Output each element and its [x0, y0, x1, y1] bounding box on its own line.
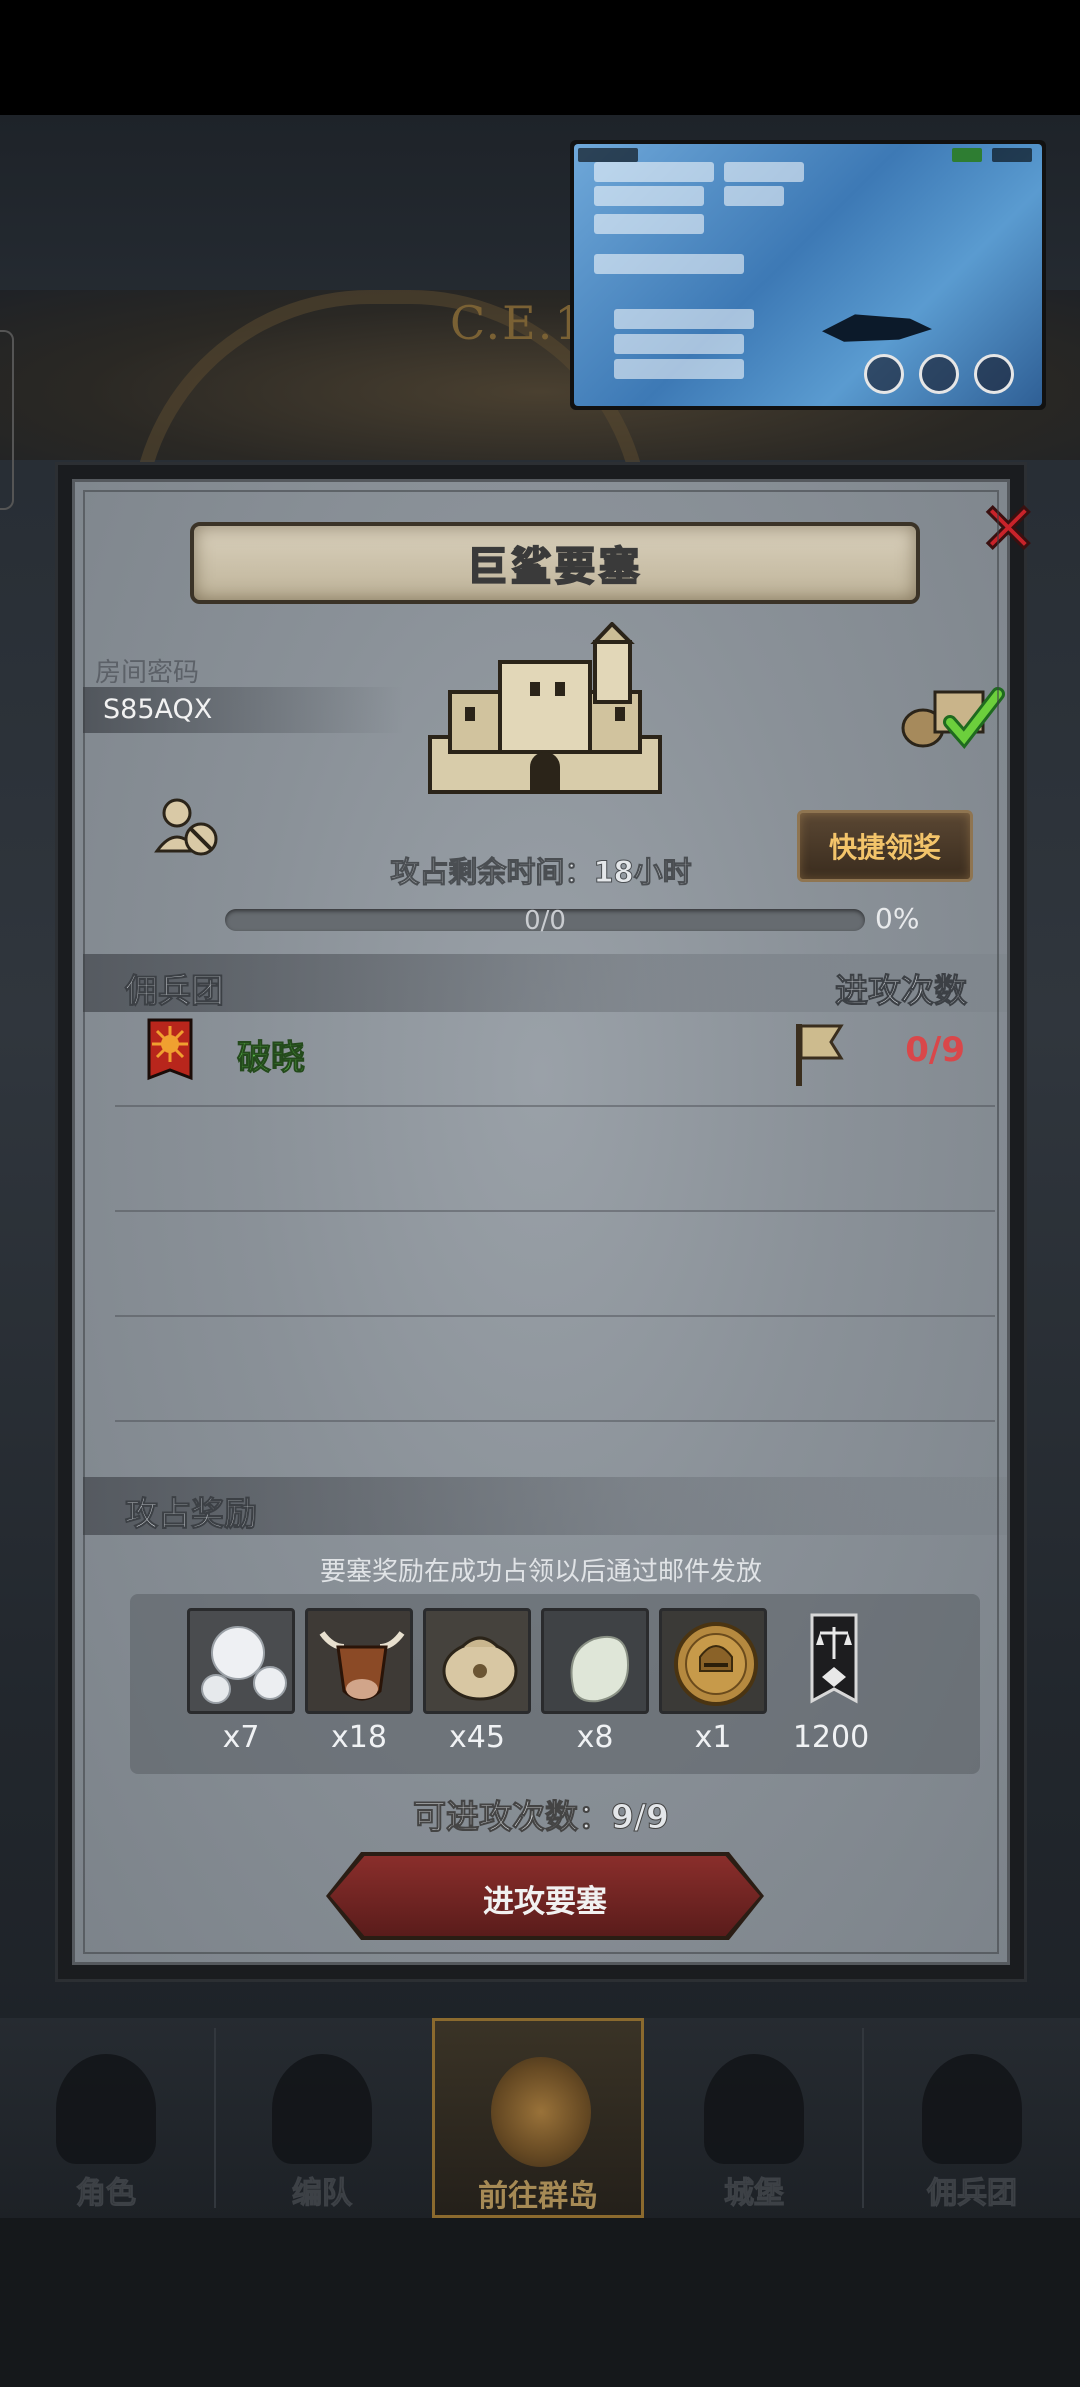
- compass-icon: [491, 2057, 591, 2167]
- bottom-strip: [0, 2218, 1080, 2387]
- guild-banner-icon: [147, 1018, 193, 1081]
- video-unit-row: [614, 309, 754, 329]
- video-unit-row: [724, 162, 804, 182]
- video-skill-button: [919, 354, 959, 394]
- justice-banner-icon: [777, 1608, 885, 1714]
- video-unit-row: [594, 186, 704, 206]
- side-tab-handle[interactable]: [0, 330, 14, 510]
- video-hud-left: [578, 148, 638, 162]
- video-unit-row: [614, 334, 744, 354]
- reward-qty: x8: [576, 1720, 614, 1755]
- reward-item-pearls[interactable]: x7: [187, 1608, 295, 1755]
- remaining-time: 攻占剩余时间：18小时: [390, 855, 692, 890]
- video-timer: [952, 148, 982, 162]
- reward-item-justice[interactable]: 1200: [777, 1608, 885, 1755]
- nav-tab-castle[interactable]: 城堡: [648, 2018, 860, 2218]
- row-divider: [115, 1420, 995, 1422]
- room-password-label: 房间密码: [95, 658, 200, 688]
- nav-label: 前往群岛: [478, 2179, 598, 2214]
- fortress-dialog: 巨鲨要塞 ✕ 房间密码 S85AQX 快捷领奖 攻占剩余时间：18小时 0/0 …: [55, 462, 1039, 1982]
- mercenary-icon: [922, 2054, 1022, 2164]
- video-skill-button: [974, 354, 1014, 394]
- reward-item-sack[interactable]: x45: [423, 1608, 531, 1755]
- available-attacks: 可进攻次数：9/9: [413, 1797, 670, 1837]
- video-unit-row: [594, 254, 744, 274]
- video-shark-boss: [822, 314, 932, 342]
- reward-section-label: 攻占奖励: [125, 1494, 258, 1534]
- attack-count-header: 进攻次数: [835, 971, 968, 1011]
- close-icon: ✕: [978, 488, 1040, 570]
- nav-tab-mercenary[interactable]: 佣兵团: [866, 2018, 1078, 2218]
- dialog-title: 巨鲨要塞: [466, 543, 643, 591]
- jade-stone-icon: [541, 1608, 649, 1714]
- sack-icon: [423, 1608, 531, 1714]
- video-preview: [574, 144, 1042, 406]
- video-unit-row: [614, 359, 744, 379]
- row-divider: [115, 1210, 995, 1212]
- fortress-castle-icon: [428, 622, 662, 794]
- guild-attack-count: 0/9: [905, 1030, 965, 1070]
- mercenary-section-header: 佣兵团 进攻次数: [83, 954, 1007, 1012]
- close-button[interactable]: ✕: [965, 482, 1047, 570]
- occupation-progress-percent: 0%: [875, 902, 920, 935]
- nav-label: 佣兵团: [927, 2176, 1018, 2212]
- nav-label: 角色: [76, 2176, 137, 2212]
- status-bar: [0, 0, 1080, 115]
- title-banner: 巨鲨要塞: [190, 522, 920, 604]
- video-skill-button: [864, 354, 904, 394]
- attack-button-label: 进攻要塞: [483, 1884, 607, 1920]
- nav-divider: [862, 2028, 864, 2208]
- video-overlay[interactable]: [570, 140, 1046, 410]
- reward-list: x7 x18 x45 x8 x1 1200: [130, 1594, 980, 1774]
- nav-tab-formation[interactable]: 编队: [216, 2018, 428, 2218]
- nav-label: 编队: [292, 2176, 353, 2212]
- reward-qty: x7: [222, 1720, 260, 1755]
- video-unit-row: [594, 162, 714, 182]
- reward-qty: 1200: [792, 1720, 870, 1755]
- nav-tab-character[interactable]: 角色: [0, 2018, 212, 2218]
- guild-name[interactable]: 破晓: [237, 1030, 306, 1079]
- occupation-progress-count: 0/0: [524, 906, 566, 936]
- castle-icon: [704, 2054, 804, 2164]
- helmet-icon: [272, 2054, 372, 2164]
- video-hud-right: [992, 148, 1032, 162]
- pearls-icon: [187, 1608, 295, 1714]
- reward-qty: x45: [449, 1720, 505, 1755]
- nav-label: 城堡: [724, 2176, 785, 2212]
- video-unit-row: [594, 214, 704, 234]
- bottom-navigation: 角色 编队 前往群岛 城堡 佣兵团: [0, 2018, 1080, 2218]
- nav-tab-islands[interactable]: 前往群岛: [432, 2018, 644, 2218]
- bull-icon: [305, 1608, 413, 1714]
- reward-claimed-icon: [901, 687, 1005, 750]
- reward-qty: x18: [331, 1720, 387, 1755]
- helmet-coin-icon: [659, 1608, 767, 1714]
- reward-item-bull[interactable]: x18: [305, 1608, 413, 1755]
- mercenary-label: 佣兵团: [125, 971, 225, 1011]
- reward-note: 要塞奖励在成功占领以后通过邮件发放: [319, 1557, 762, 1587]
- attack-fortress-button[interactable]: 进攻要塞: [326, 1852, 764, 1940]
- room-password-value[interactable]: S85AQX: [103, 694, 212, 725]
- video-unit-row: [724, 186, 784, 206]
- knight-icon: [56, 2054, 156, 2164]
- reward-item-helmet[interactable]: x1: [659, 1608, 767, 1755]
- flag-icon: [796, 1024, 844, 1086]
- fortress-panel: 巨鲨要塞 ✕ 房间密码 S85AQX 快捷领奖 攻占剩余时间：18小时 0/0 …: [72, 479, 1039, 1965]
- reward-section-header: 攻占奖励: [83, 1477, 1007, 1535]
- row-divider: [115, 1105, 995, 1107]
- row-divider: [115, 1315, 995, 1317]
- reward-qty: x1: [694, 1720, 732, 1755]
- reward-item-jade[interactable]: x8: [541, 1608, 649, 1755]
